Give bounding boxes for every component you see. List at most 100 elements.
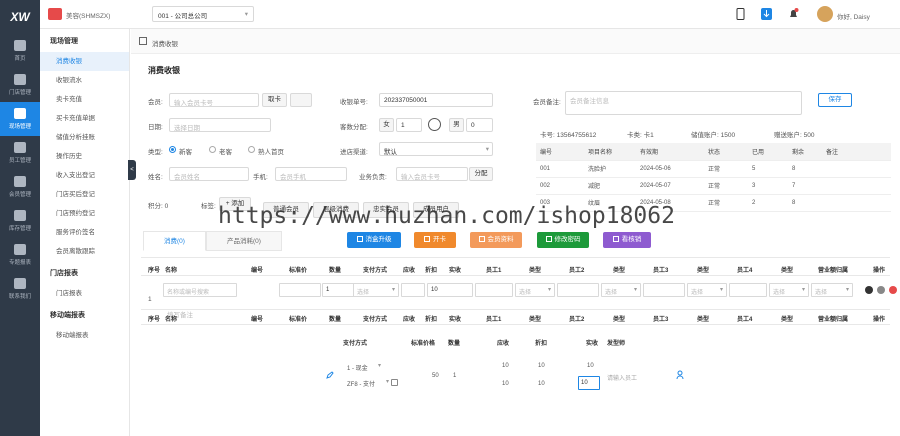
male-count-input[interactable]: 0 bbox=[466, 118, 493, 132]
group-button-users[interactable]: 成员用户 bbox=[413, 202, 459, 218]
std-price-input[interactable] bbox=[279, 283, 321, 297]
remark-textarea[interactable]: 会员备注信息 bbox=[565, 91, 802, 115]
user-greeting[interactable]: 你好, Daisy bbox=[837, 11, 870, 21]
icon-rail: XW 首页 门店管理 现场管理 员工管理 会员管理 库存管理 专题报表 联系我们 bbox=[0, 0, 40, 436]
pay-method-2[interactable]: ZF8 - 支付 bbox=[347, 379, 375, 388]
rail-item-stock[interactable]: 库存管理 bbox=[0, 204, 40, 238]
sidebar-item-booking[interactable]: 门店预约登记 bbox=[40, 204, 129, 223]
remark-label: 会员备注: bbox=[533, 99, 561, 106]
rail-item-store[interactable]: 门店管理 bbox=[0, 68, 40, 102]
type-radio-old[interactable] bbox=[209, 146, 216, 153]
row-index: 1 bbox=[148, 296, 152, 303]
table-row[interactable]: 001 洗脸护 2024-05-06 正常 5 8 bbox=[536, 160, 891, 178]
breadcrumb-tab[interactable]: 消费收银 bbox=[152, 38, 178, 48]
download-icon[interactable] bbox=[761, 8, 772, 20]
member-info-button[interactable]: 会员资料 bbox=[470, 232, 522, 248]
staff-input[interactable]: 请输入员工 bbox=[607, 373, 637, 382]
edit-icon[interactable] bbox=[326, 371, 334, 379]
sidebar-item-checkout[interactable]: 消费收银 bbox=[40, 52, 129, 71]
type3-input[interactable] bbox=[729, 283, 767, 297]
type1-input[interactable] bbox=[557, 283, 599, 297]
store-select[interactable]: 001 - 公司总公司 ▾ bbox=[152, 6, 254, 22]
upgrade-button[interactable]: 消盒升级 bbox=[347, 232, 401, 248]
avatar[interactable] bbox=[817, 6, 833, 22]
breadcrumb: 消费收银 bbox=[131, 29, 900, 54]
card-reader-icon[interactable] bbox=[290, 93, 312, 107]
rail-item-staff[interactable]: 员工管理 bbox=[0, 136, 40, 170]
due-input[interactable] bbox=[401, 283, 425, 297]
lock-icon bbox=[545, 236, 552, 242]
save-button[interactable]: 保存 bbox=[818, 93, 852, 107]
staff4-select[interactable]: 选择 bbox=[769, 283, 809, 297]
order-no-input[interactable]: 202337050001 bbox=[379, 93, 493, 107]
card-type: 卡类: 卡1 bbox=[627, 132, 654, 139]
table-row[interactable]: 003 纹眉 2024-05-08 正常 2 8 bbox=[536, 194, 891, 212]
copy-icon[interactable] bbox=[391, 379, 398, 386]
pay-method-1[interactable]: 1 - 现金 bbox=[347, 363, 368, 372]
type-radio-acquaintance[interactable] bbox=[248, 146, 255, 153]
staff2-select[interactable]: 选择 bbox=[601, 283, 641, 297]
sidebar-item-review[interactable]: 服务评价签名 bbox=[40, 223, 129, 242]
sidebar-item-tracking[interactable]: 会员离散跟踪 bbox=[40, 242, 129, 261]
consultant-input[interactable]: 输入会员卡号 bbox=[396, 167, 468, 181]
close-icon[interactable] bbox=[865, 286, 873, 294]
phone-input[interactable]: 会员手机 bbox=[275, 167, 347, 181]
copy-icon[interactable] bbox=[877, 286, 885, 294]
read-card-button[interactable]: 取卡 bbox=[262, 93, 287, 107]
type2-input[interactable] bbox=[643, 283, 685, 297]
tab-consume[interactable]: 消费(0) bbox=[143, 231, 206, 251]
chevron-down-icon[interactable]: ▾ bbox=[386, 378, 389, 385]
sidebar-item-buy-register[interactable]: 门店买后登记 bbox=[40, 185, 129, 204]
top-bar: 美容(SHMSZX) 001 - 公司总公司 ▾ 你好, Daisy bbox=[40, 0, 900, 29]
group-button-tier[interactable]: 层级消费 bbox=[313, 202, 359, 218]
rail-item-home[interactable]: 首页 bbox=[0, 34, 40, 68]
pay-method-select[interactable]: 选择 bbox=[353, 283, 399, 297]
mobile-icon[interactable] bbox=[735, 8, 746, 20]
rail-item-report[interactable]: 专题报表 bbox=[0, 238, 40, 272]
delete-icon[interactable] bbox=[889, 286, 897, 294]
table-row[interactable]: 002 减肥 2024-05-07 正常 3 7 bbox=[536, 177, 891, 195]
group-button-normal[interactable]: 普通会员 bbox=[263, 202, 309, 218]
date-input[interactable]: 选择日期 bbox=[169, 118, 271, 132]
user-add-icon[interactable] bbox=[676, 370, 685, 379]
sidebar-item-analysis[interactable]: 储值分析挂账 bbox=[40, 128, 129, 147]
stock-icon bbox=[14, 210, 26, 221]
swap-icon[interactable] bbox=[428, 118, 441, 131]
table-header-row: 编号 项目名称 有效期 状态 已用 剩余 备注 bbox=[536, 143, 891, 161]
open-card-button[interactable]: 开卡 bbox=[414, 232, 456, 248]
payment-detail-panel: 支付方式 标准价格 数量 应收 折扣 实收 发型师 1 - 现金 ▾ 50 1 … bbox=[316, 332, 706, 400]
member-card-input[interactable]: 输入会员卡号 bbox=[169, 93, 259, 107]
bell-icon[interactable] bbox=[788, 8, 799, 20]
female-count-input[interactable]: 1 bbox=[396, 118, 422, 132]
store-logo-icon bbox=[48, 8, 62, 20]
group-button-loyal[interactable]: 忠实会员 bbox=[363, 202, 409, 218]
home-icon[interactable] bbox=[139, 37, 147, 45]
sidebar-item-sell-card[interactable]: 卖卡充值 bbox=[40, 90, 129, 109]
change-password-button[interactable]: 修改密码 bbox=[537, 232, 589, 248]
sidebar-item-store-report[interactable]: 门店报表 bbox=[40, 284, 129, 303]
sidebar-item-buy-card[interactable]: 买卡充值单据 bbox=[40, 109, 129, 128]
sidebar-item-flow[interactable]: 收银流水 bbox=[40, 71, 129, 90]
assign-button[interactable]: 分配 bbox=[469, 167, 493, 181]
sidebar-group-onsite: 现场管理 bbox=[50, 38, 78, 45]
staff3-select[interactable]: 选择 bbox=[687, 283, 727, 297]
actual-amount-input[interactable]: 10 bbox=[578, 376, 600, 390]
add-tag-button[interactable]: + 添加 bbox=[219, 197, 251, 211]
sidebar-item-mobile-report[interactable]: 移动端报表 bbox=[40, 326, 129, 345]
sidebar-item-history[interactable]: 操作历史 bbox=[40, 147, 129, 166]
sidebar-item-income[interactable]: 收入支出登记 bbox=[40, 166, 129, 185]
view-redeem-button[interactable]: 看核销 bbox=[603, 232, 651, 248]
type-radio-new[interactable] bbox=[169, 146, 176, 153]
discount-input[interactable]: 10 bbox=[427, 283, 473, 297]
item-search-input[interactable]: 名称或编号搜索 bbox=[163, 283, 237, 297]
chevron-down-icon[interactable]: ▾ bbox=[378, 362, 381, 369]
staff1-select[interactable]: 选择 bbox=[515, 283, 555, 297]
tab-product[interactable]: 产品消耗(0) bbox=[205, 231, 282, 251]
rail-item-contact[interactable]: 联系我们 bbox=[0, 272, 40, 306]
name-input[interactable]: 会员姓名 bbox=[169, 167, 249, 181]
rail-item-onsite[interactable]: 现场管理 bbox=[0, 102, 40, 136]
source-select[interactable]: 默认 bbox=[379, 142, 493, 156]
rail-item-member[interactable]: 会员管理 bbox=[0, 170, 40, 204]
actual-input[interactable] bbox=[475, 283, 513, 297]
revenue-owner-select[interactable]: 选择 bbox=[811, 283, 853, 297]
